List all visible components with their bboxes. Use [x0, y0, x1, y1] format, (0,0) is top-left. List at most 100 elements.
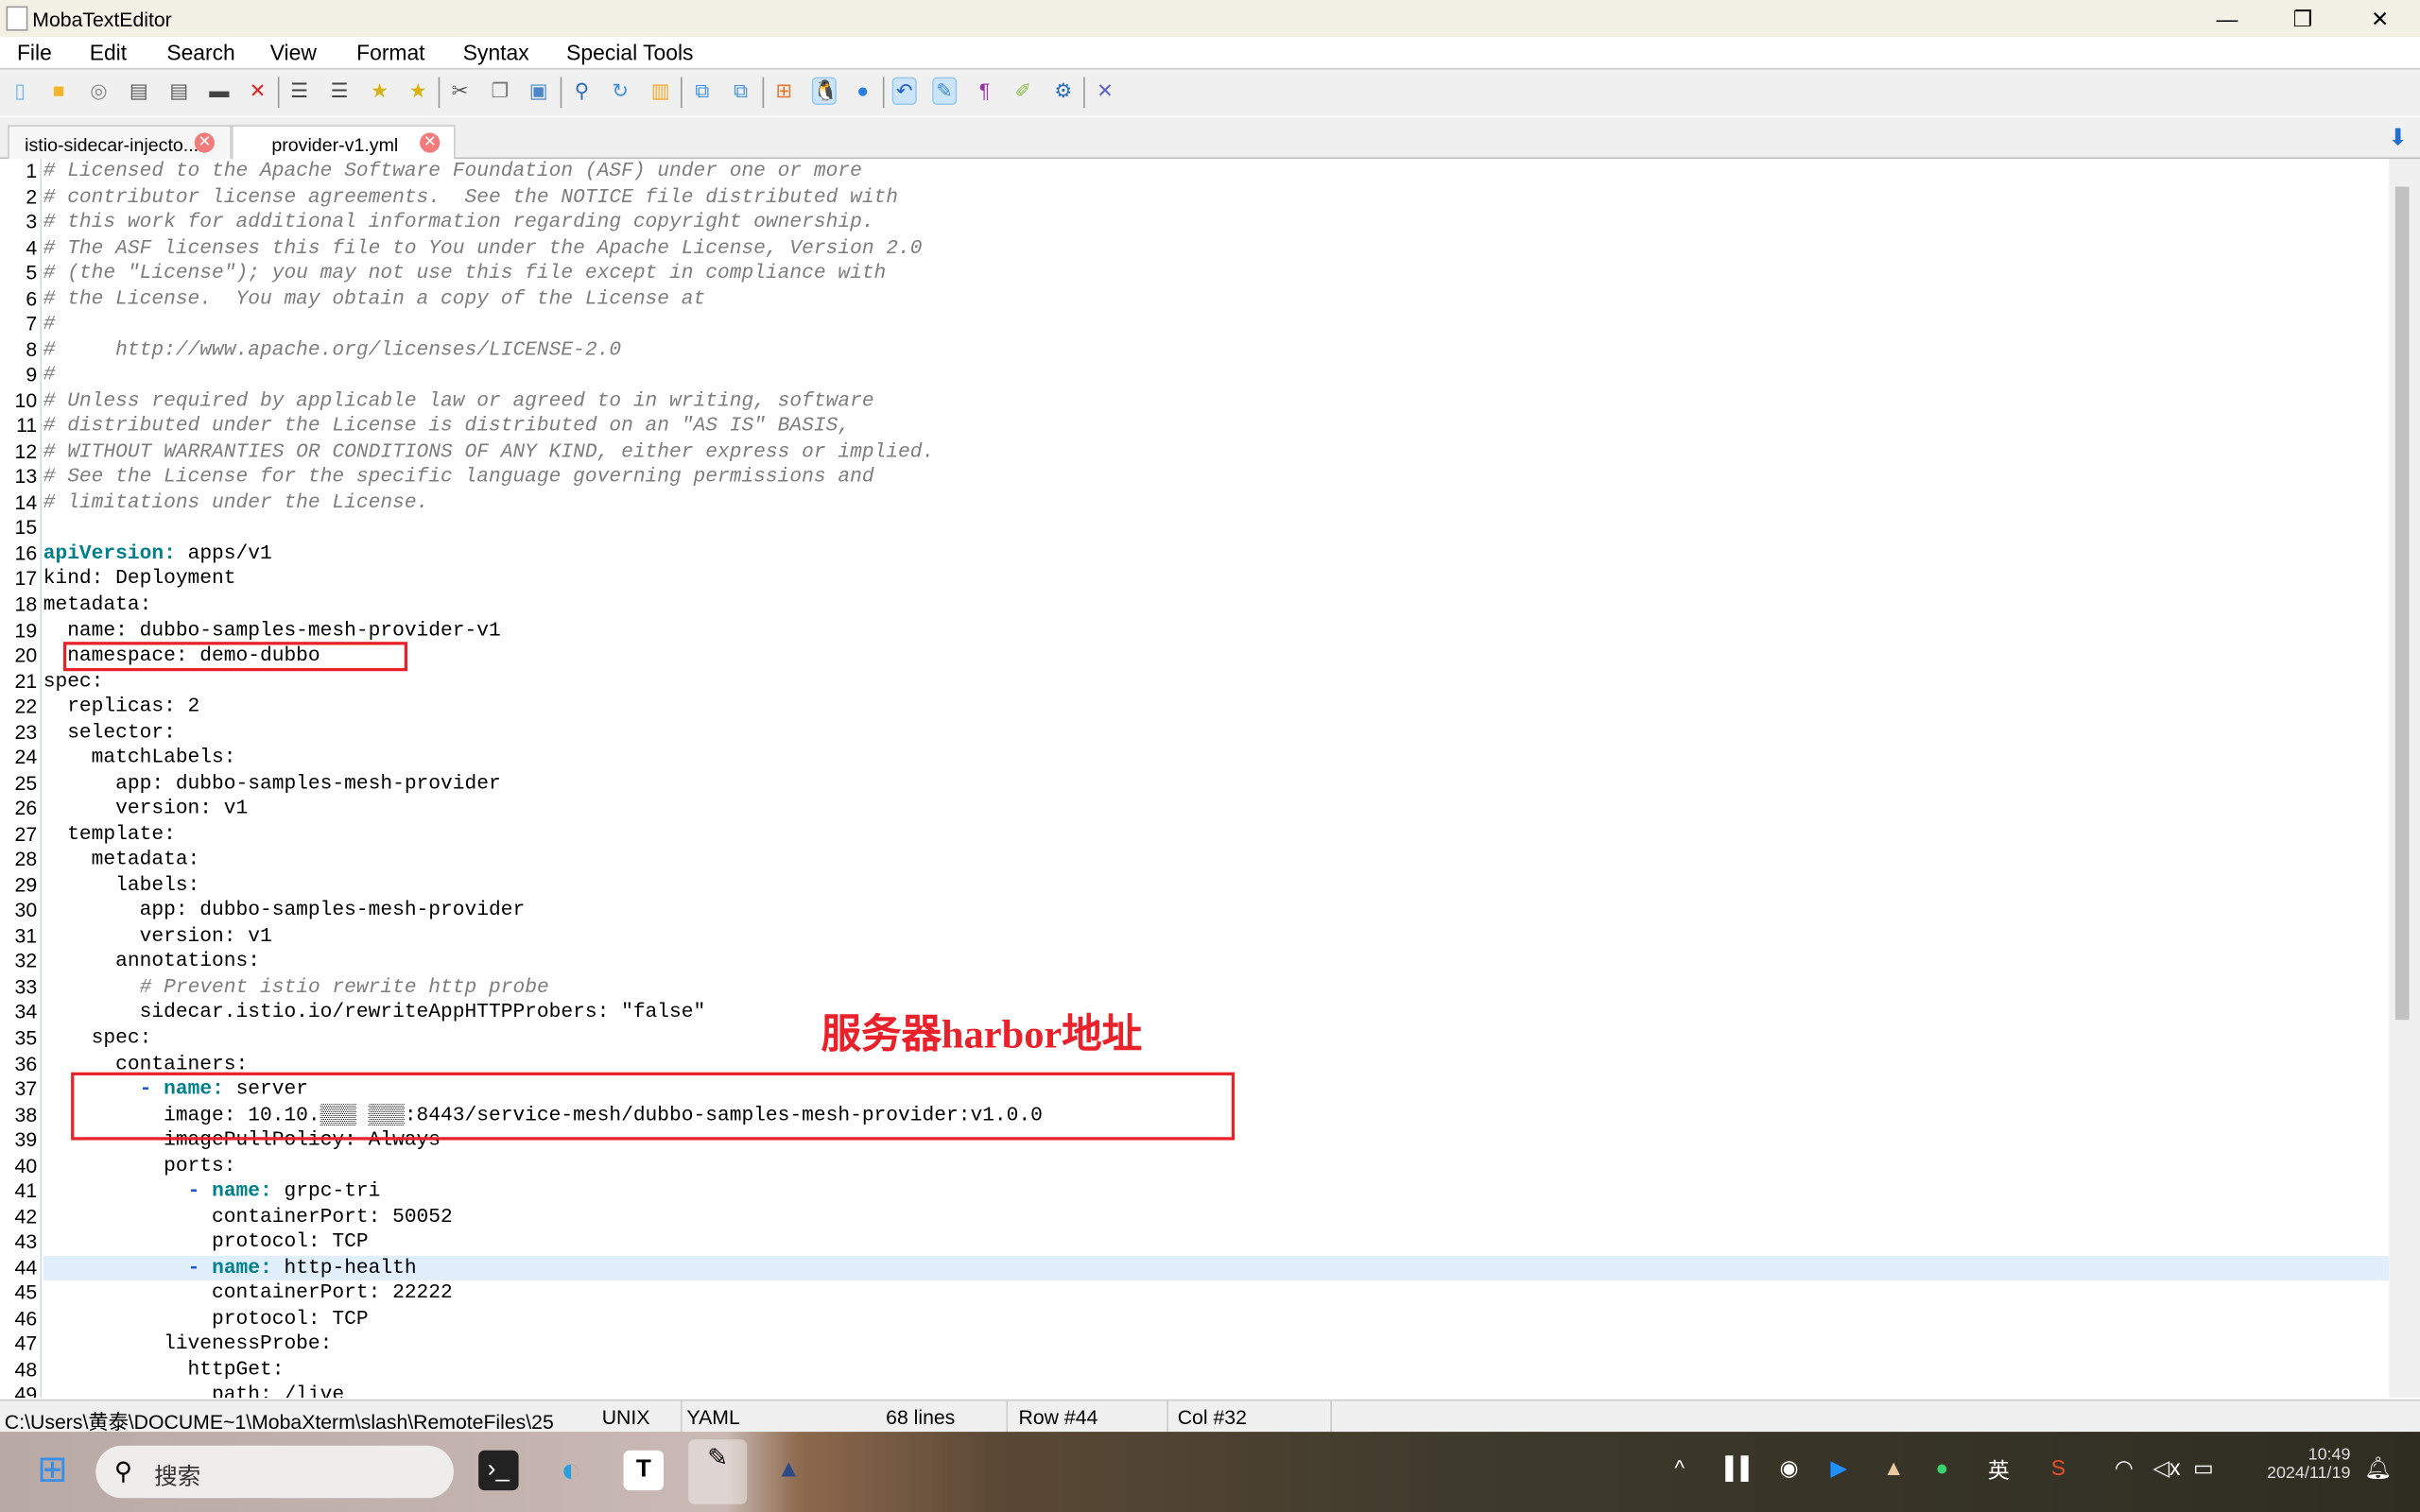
code-line[interactable]: 14 # limitations under the License. — [0, 490, 2389, 516]
code-line[interactable]: 9 # — [0, 363, 2389, 388]
cut-icon[interactable]: ✂ — [449, 78, 471, 103]
code-line[interactable]: 24 matchLabels: — [0, 746, 2389, 771]
app-cat-icon[interactable]: ▲ — [769, 1451, 808, 1490]
code-line[interactable]: 32 annotations: — [0, 950, 2389, 975]
close-tab-icon[interactable]: ✕ — [420, 132, 441, 153]
linux-eol-icon[interactable]: 🐧 — [811, 77, 838, 106]
wechat-icon[interactable]: ● — [1935, 1455, 1948, 1480]
mobaxterm-icon[interactable]: ›_ — [478, 1450, 519, 1491]
edit-icon[interactable]: ✎ — [932, 77, 958, 106]
replace-icon[interactable]: ↻ — [610, 78, 631, 103]
code-line[interactable]: 12 # WITHOUT WARRANTIES OR CONDITIONS OF … — [0, 439, 2389, 465]
pilcrow-icon[interactable]: ¶ — [974, 78, 995, 103]
code-line[interactable]: 41 - name: grpc-tri — [0, 1179, 2389, 1205]
wifi-icon[interactable]: ◠ — [2115, 1455, 2134, 1482]
code-line[interactable]: 31 version: v1 — [0, 924, 2389, 950]
code-line[interactable]: 49 path: /live — [0, 1383, 2389, 1399]
battery-icon[interactable]: ▭ — [2193, 1455, 2214, 1482]
code-line[interactable]: 28 metadata: — [0, 848, 2389, 873]
tray-arrow-app-icon[interactable]: ▶ — [1830, 1455, 1847, 1482]
edge-icon[interactable]: ◐ — [551, 1451, 591, 1490]
goto-icon[interactable]: ▥ — [649, 78, 671, 103]
tray-app-icon[interactable]: ▌▌ — [1725, 1455, 1755, 1480]
code-line[interactable]: 43 protocol: TCP — [0, 1230, 2389, 1256]
tab-provider-v1[interactable]: provider-v1.yml ✕ — [231, 125, 456, 160]
save-all-icon[interactable]: ▤ — [168, 78, 190, 103]
code-line[interactable]: 19 name: dubbo-samples-mesh-provider-v1 — [0, 618, 2389, 644]
reload-icon[interactable]: ◎ — [88, 78, 110, 103]
code-line[interactable]: 30 app: dubbo-samples-mesh-provider — [0, 899, 2389, 924]
tray-overflow-icon[interactable]: ^ — [1674, 1455, 1685, 1480]
code-line[interactable]: 15 — [0, 516, 2389, 541]
menu-search[interactable]: Search — [166, 40, 234, 64]
windows-eol-icon[interactable]: ⊞ — [773, 78, 795, 103]
open-folder-icon[interactable]: ■ — [48, 78, 70, 103]
code-line[interactable]: 21 spec: — [0, 669, 2389, 695]
code-line[interactable]: 25 app: dubbo-samples-mesh-provider — [0, 771, 2389, 797]
code-line[interactable]: 22 replicas: 2 — [0, 695, 2389, 720]
code-line[interactable]: 29 labels: — [0, 873, 2389, 899]
clock[interactable]: 10:49 2024/11/19 — [2246, 1446, 2351, 1483]
vertical-scrollbar[interactable] — [2389, 159, 2420, 1399]
code-line[interactable]: 11 # distributed under the License is dis… — [0, 414, 2389, 439]
code-line[interactable]: 1 # Licensed to the Apache Software Found… — [0, 159, 2389, 184]
copy-icon[interactable]: ❐ — [490, 78, 511, 103]
code-line[interactable]: 27 template: — [0, 822, 2389, 848]
code-line[interactable]: 17 kind: Deployment — [0, 567, 2389, 593]
code-line[interactable]: 13 # See the License for the specific lan… — [0, 465, 2389, 490]
code-line[interactable]: 16 apiVersion: apps/v1 — [0, 541, 2389, 567]
code-line[interactable]: 2 # contributor license agreements. See t… — [0, 184, 2389, 210]
volume-muted-icon[interactable]: ◁x — [2153, 1455, 2181, 1482]
merge-icon[interactable]: ⧉ — [730, 78, 752, 103]
qq-icon[interactable]: ◉ — [1779, 1455, 1798, 1482]
moba-text-editor-taskbar-icon[interactable]: ✎ — [688, 1439, 748, 1504]
menu-edit[interactable]: Edit — [90, 40, 127, 64]
code-line[interactable]: 26 version: v1 — [0, 797, 2389, 822]
code-line[interactable]: 42 containerPort: 50052 — [0, 1205, 2389, 1230]
close-button[interactable]: ✕ — [2349, 3, 2411, 34]
menu-file[interactable]: File — [17, 40, 52, 64]
code-line[interactable]: 40 ports: — [0, 1154, 2389, 1179]
code-line[interactable]: 33 # Prevent istio rewrite http probe — [0, 975, 2389, 1001]
typora-icon[interactable]: T — [623, 1450, 665, 1491]
close-file-icon[interactable]: ✕ — [247, 78, 268, 103]
sogou-icon[interactable]: S — [2051, 1455, 2066, 1480]
mac-eol-icon[interactable]: ● — [852, 78, 873, 103]
code-line[interactable]: 23 selector: — [0, 720, 2389, 746]
close-tab-icon[interactable]: ✕ — [194, 132, 215, 153]
scrollbar-thumb[interactable] — [2394, 186, 2410, 1021]
code-line[interactable]: 8 # http://www.apache.org/licenses/LICENS… — [0, 337, 2389, 363]
undo-icon[interactable]: ↶ — [891, 77, 917, 106]
input-language-indicator[interactable]: 英 — [1988, 1455, 2010, 1486]
code-line[interactable]: 10 # Unless required by applicable law or… — [0, 388, 2389, 414]
start-icon[interactable]: ⊞ — [32, 1450, 72, 1490]
code-line[interactable]: 48 httpGet: — [0, 1358, 2389, 1383]
indent-increase-icon[interactable]: ☰ — [329, 78, 351, 103]
paste-icon[interactable]: ▣ — [527, 78, 549, 103]
tab-istio-sidecar-injector[interactable]: istio-sidecar-injecto... ✕ — [8, 125, 232, 160]
code-line[interactable]: 45 containerPort: 22222 — [0, 1281, 2389, 1307]
code-line[interactable]: 3 # this work for additional information … — [0, 210, 2389, 235]
next-bookmark-icon[interactable]: ★ — [407, 78, 429, 103]
tab-list-arrow-icon[interactable]: ⬇ — [2388, 124, 2408, 151]
find-icon[interactable]: ⚲ — [571, 78, 593, 103]
code-line[interactable]: 35 spec: — [0, 1026, 2389, 1052]
code-line[interactable]: 34 sidecar.istio.io/rewriteAppHTTPProber… — [0, 1001, 2389, 1026]
save-icon[interactable]: ▤ — [129, 78, 150, 103]
menu-syntax[interactable]: Syntax — [463, 40, 529, 64]
taskbar-search[interactable]: ⚲ 搜索 — [95, 1445, 454, 1499]
settings-icon[interactable]: ⚙ — [1052, 78, 1074, 103]
code-line[interactable]: 46 protocol: TCP — [0, 1307, 2389, 1332]
minimize-button[interactable]: — — [2196, 3, 2257, 34]
tray-cat-icon[interactable]: ▲ — [1883, 1455, 1905, 1480]
code-line[interactable]: 18 metadata: — [0, 593, 2389, 618]
code-line[interactable]: 6 # the License. You may obtain a copy of… — [0, 286, 2389, 312]
code-editor[interactable]: 1 # Licensed to the Apache Software Found… — [0, 159, 2390, 1399]
indent-decrease-icon[interactable]: ☰ — [288, 78, 310, 103]
new-file-icon[interactable]: ▯ — [9, 78, 31, 103]
bookmark-icon[interactable]: ★ — [369, 78, 390, 103]
code-line[interactable]: 7 # — [0, 312, 2389, 337]
code-line[interactable]: 44 - name: http-health — [0, 1255, 2390, 1281]
maximize-button[interactable]: ❐ — [2272, 3, 2333, 34]
compare-icon[interactable]: ⧉ — [691, 78, 713, 103]
